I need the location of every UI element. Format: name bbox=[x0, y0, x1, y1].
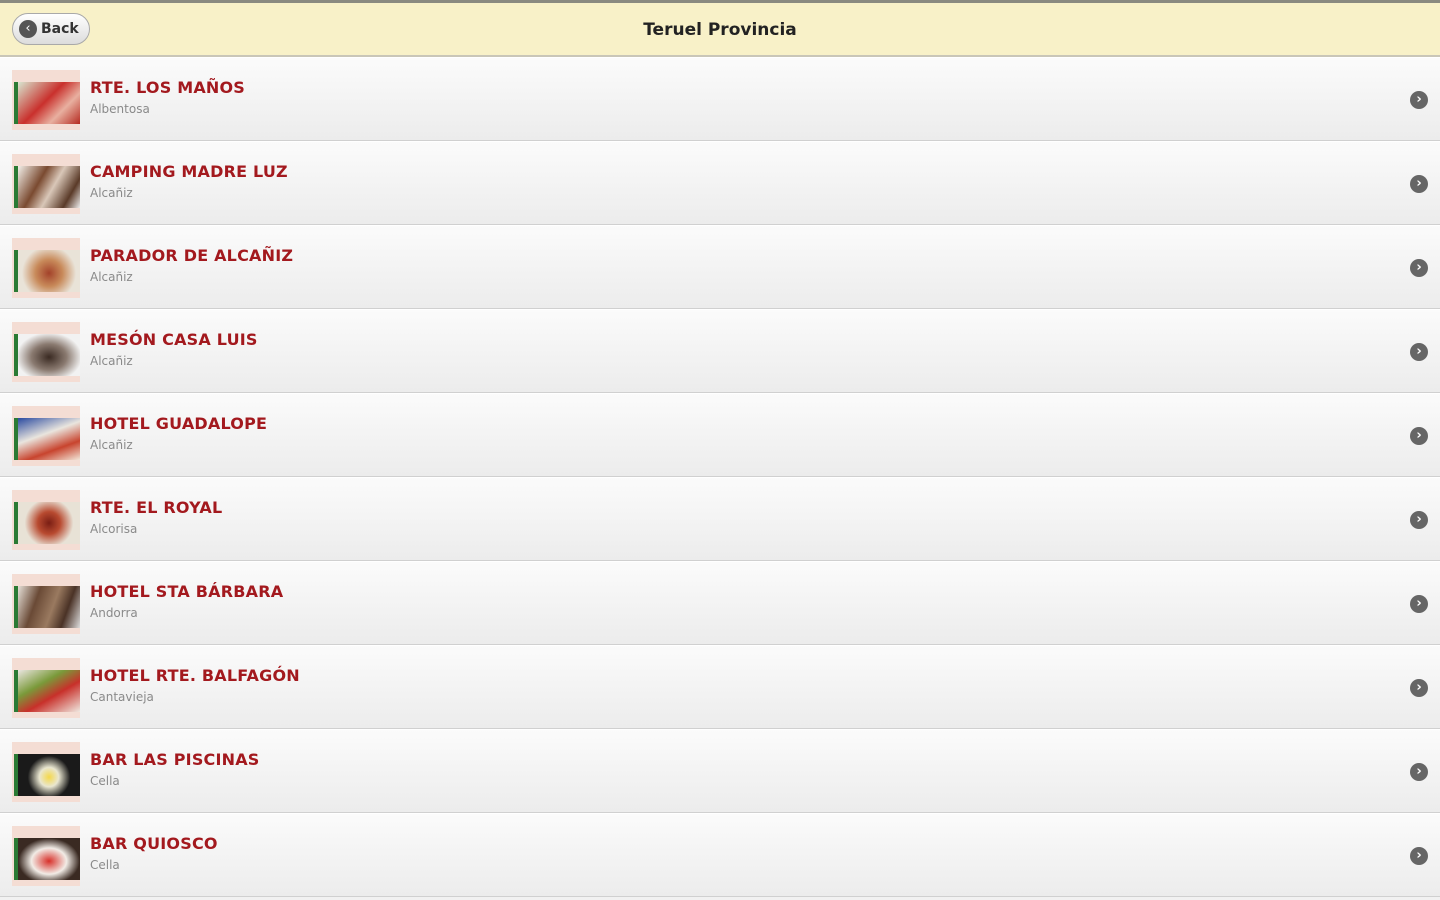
food-photo bbox=[14, 586, 80, 628]
list-item[interactable]: BAR QUIOSCO Cella › bbox=[0, 813, 1440, 897]
chevron-right-icon: › bbox=[1410, 511, 1428, 529]
list-item[interactable]: HOTEL STA BÁRBARA Andorra › bbox=[0, 561, 1440, 645]
list-item[interactable]: MESÓN CASA LUIS Alcañiz › bbox=[0, 309, 1440, 393]
list-item-town: Alcañiz bbox=[90, 354, 133, 368]
list-item-name: CAMPING MADRE LUZ bbox=[90, 162, 288, 181]
food-photo bbox=[14, 166, 80, 208]
chevron-right-icon: › bbox=[1410, 91, 1428, 109]
list-item-town: Cantavieja bbox=[90, 690, 154, 704]
header-bar: ‹ Back Teruel Provincia bbox=[0, 3, 1440, 57]
list-item-town: Alcañiz bbox=[90, 438, 133, 452]
thumbnail bbox=[12, 238, 80, 298]
list-item-town: Albentosa bbox=[90, 102, 150, 116]
food-photo bbox=[14, 670, 80, 712]
chevron-right-icon: › bbox=[1410, 679, 1428, 697]
list-item[interactable]: BAR LAS PISCINAS Cella › bbox=[0, 729, 1440, 813]
page-title: Teruel Provincia bbox=[643, 20, 797, 40]
chevron-right-icon: › bbox=[1410, 595, 1428, 613]
list-item-name: RTE. LOS MAÑOS bbox=[90, 78, 246, 97]
thumbnail bbox=[12, 322, 80, 382]
restaurant-list: RTE. LOS MAÑOS Albentosa › CAMPING MADRE… bbox=[0, 57, 1440, 897]
list-item-town: Andorra bbox=[90, 606, 138, 620]
thumbnail bbox=[12, 574, 80, 634]
list-item-name: HOTEL GUADALOPE bbox=[90, 414, 268, 433]
chevron-right-icon: › bbox=[1410, 343, 1428, 361]
food-photo bbox=[14, 334, 80, 376]
list-item[interactable]: RTE. LOS MAÑOS Albentosa › bbox=[0, 57, 1440, 141]
food-photo bbox=[14, 838, 80, 880]
thumbnail bbox=[12, 826, 80, 886]
list-item[interactable]: CAMPING MADRE LUZ Alcañiz › bbox=[0, 141, 1440, 225]
chevron-right-icon: › bbox=[1410, 847, 1428, 865]
list-item[interactable]: HOTEL RTE. BALFAGÓN Cantavieja › bbox=[0, 645, 1440, 729]
food-photo bbox=[14, 418, 80, 460]
list-item-name: HOTEL STA BÁRBARA bbox=[90, 582, 284, 601]
list-item[interactable]: RTE. EL ROYAL Alcorisa › bbox=[0, 477, 1440, 561]
list-item[interactable]: HOTEL GUADALOPE Alcañiz › bbox=[0, 393, 1440, 477]
food-photo bbox=[14, 250, 80, 292]
thumbnail bbox=[12, 490, 80, 550]
chevron-right-icon: › bbox=[1410, 427, 1428, 445]
thumbnail bbox=[12, 406, 80, 466]
thumbnail bbox=[12, 658, 80, 718]
list-item-name: MESÓN CASA LUIS bbox=[90, 330, 258, 349]
back-button-label: Back bbox=[41, 21, 79, 37]
list-item[interactable]: PARADOR DE ALCAÑIZ Alcañiz › bbox=[0, 225, 1440, 309]
back-button[interactable]: ‹ Back bbox=[12, 13, 90, 45]
list-item-name: RTE. EL ROYAL bbox=[90, 498, 223, 517]
chevron-left-icon: ‹ bbox=[19, 20, 37, 38]
list-item-name: BAR QUIOSCO bbox=[90, 834, 218, 853]
food-photo bbox=[14, 502, 80, 544]
thumbnail bbox=[12, 742, 80, 802]
chevron-right-icon: › bbox=[1410, 763, 1428, 781]
list-item-name: BAR LAS PISCINAS bbox=[90, 750, 260, 769]
list-item-name: HOTEL RTE. BALFAGÓN bbox=[90, 666, 300, 685]
list-item-town: Alcañiz bbox=[90, 270, 133, 284]
thumbnail bbox=[12, 154, 80, 214]
list-item-town: Cella bbox=[90, 774, 120, 788]
food-photo bbox=[14, 82, 80, 124]
list-item-town: Alcorisa bbox=[90, 522, 138, 536]
list-item-name: PARADOR DE ALCAÑIZ bbox=[90, 246, 294, 265]
chevron-right-icon: › bbox=[1410, 175, 1428, 193]
list-item-town: Cella bbox=[90, 858, 120, 872]
chevron-right-icon: › bbox=[1410, 259, 1428, 277]
list-item-town: Alcañiz bbox=[90, 186, 133, 200]
thumbnail bbox=[12, 70, 80, 130]
food-photo bbox=[14, 754, 80, 796]
